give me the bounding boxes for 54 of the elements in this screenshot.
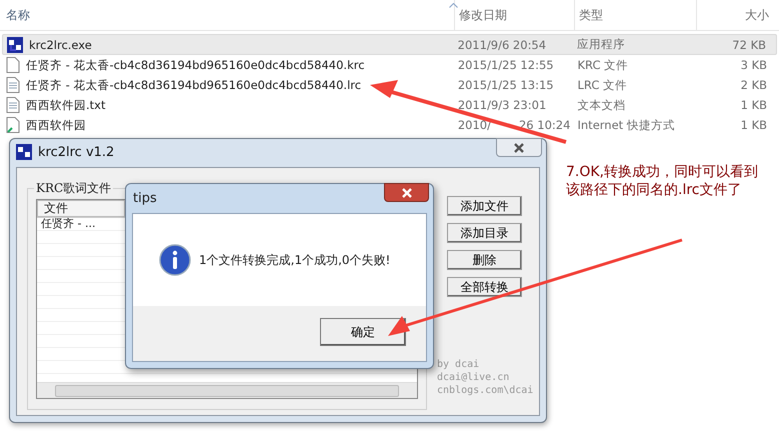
file-row[interactable]: 任贤齐 - 花太香-cb4c8d36194bd965160e0dc4bcd58440.krc 2015/1/25 12:55 KRC 文件 3 KB: [2, 55, 777, 75]
file-type: KRC 文件: [576, 58, 630, 72]
modified-date: 2011/9/3 23:01: [458, 98, 546, 112]
group-label: KRC歌词文件: [34, 180, 114, 197]
file-row[interactable]: 西西软件园.txt 2011/9/3 23:01 文本文档 1 KB: [2, 95, 777, 115]
file-type: LRC 文件: [576, 78, 628, 92]
text-file-icon: [6, 77, 20, 93]
file-type: Internet 快捷方式: [576, 118, 676, 132]
column-header[interactable]: 类型: [575, 0, 697, 30]
column-header[interactable]: 名称: [0, 0, 455, 30]
close-icon: [513, 142, 525, 152]
modified-date: 2015/1/25 12:55: [458, 58, 554, 72]
file-size: 3 KB: [740, 58, 768, 72]
action-button[interactable]: 删除: [447, 250, 522, 270]
file-size: 1 KB: [740, 118, 768, 132]
ok-button[interactable]: 确定: [320, 318, 406, 346]
info-icon: [159, 244, 191, 276]
credit-text: by dcai: [437, 358, 480, 371]
action-button[interactable]: 全部转换: [447, 277, 522, 297]
credit-text: dcai@live.cn: [437, 371, 510, 384]
file-row[interactable]: krc2lrc.exe 2011/9/6 20:54 应用程序 72 KB: [2, 34, 777, 55]
action-button[interactable]: 添加目录: [447, 223, 522, 243]
horizontal-scrollbar[interactable]: [37, 382, 417, 398]
program-icon: [7, 36, 23, 52]
action-button[interactable]: 添加文件: [447, 196, 522, 216]
modified-date: 2011/9/6 20:54: [458, 38, 546, 52]
dialog-title: tips: [133, 191, 157, 206]
file-name: 西西软件园.txt: [26, 98, 106, 112]
modified-date: 2010/: [458, 118, 491, 132]
text-file-icon: [6, 97, 20, 113]
file-name: krc2lrc.exe: [29, 38, 92, 52]
file-size: 2 KB: [740, 78, 768, 92]
annotation-text: 7.OK,转换成功，同时可以看到该路径下的同名的.lrc文件了: [566, 163, 760, 199]
file-name: 任贤齐 - 花太香-cb4c8d36194bd965160e0dc4bcd58440.lrc: [26, 78, 362, 92]
blank-file-icon: [6, 57, 20, 73]
column-header[interactable]: 大小: [697, 0, 779, 30]
column-header[interactable]: 修改日期: [455, 0, 575, 30]
file-row[interactable]: 任贤齐 - 花太香-cb4c8d36194bd965160e0dc4bcd58440.lrc 2015/1/25 13:15 LRC 文件 2 KB: [2, 75, 777, 95]
file-size: 1 KB: [740, 98, 768, 112]
file-type: 应用程序: [576, 37, 626, 52]
close-icon: [400, 188, 412, 198]
file-name: 任贤齐 - 花太香-cb4c8d36194bd965160e0dc4bcd58440.krc: [26, 58, 365, 72]
close-button[interactable]: [384, 183, 429, 202]
window-title: krc2lrc v1.2: [38, 144, 114, 160]
credit-text: cnblogs.com\dcai: [437, 384, 534, 397]
app-icon: [16, 144, 32, 160]
dialog-message: 1个文件转换完成,1个成功,0个失败!: [199, 252, 390, 268]
file-name: 西西软件园: [26, 118, 86, 132]
modified-date: 2015/1/25 13:15: [458, 78, 554, 92]
file-size: 72 KB: [731, 38, 768, 52]
file-type: 文本文档: [576, 98, 626, 112]
column-header[interactable]: 文件: [37, 200, 125, 217]
close-button[interactable]: [496, 138, 542, 157]
shortcut-file-icon: [6, 117, 20, 133]
